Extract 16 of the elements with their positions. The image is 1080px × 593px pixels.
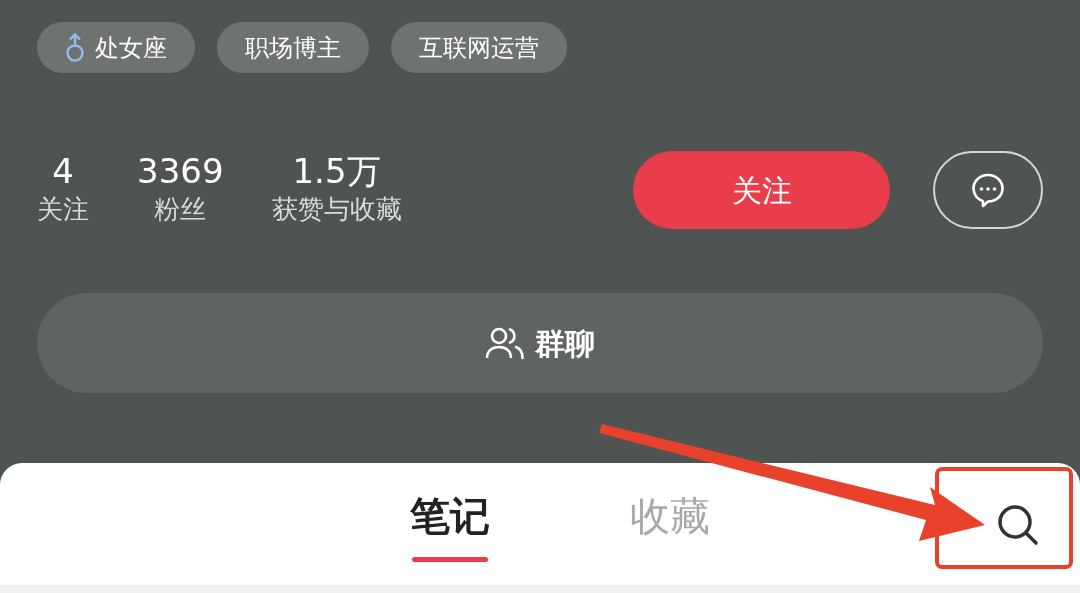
people-icon bbox=[485, 326, 525, 360]
stat-label: 粉丝 bbox=[154, 192, 207, 226]
stat-value: 4 bbox=[52, 153, 74, 191]
stat-value: 1.5万 bbox=[292, 153, 381, 191]
male-icon bbox=[65, 32, 85, 63]
profile-tag: 互联网运营 bbox=[391, 22, 567, 73]
tab[interactable]: 笔记 bbox=[410, 486, 490, 562]
chat-bubble-icon bbox=[970, 172, 1006, 208]
group-chat-button[interactable]: 群聊 bbox=[37, 293, 1043, 393]
profile-tag: 职场博主 bbox=[217, 22, 369, 73]
stat-value: 3369 bbox=[137, 153, 224, 191]
stat-label: 获赞与收藏 bbox=[271, 192, 402, 226]
stat-label: 关注 bbox=[37, 192, 89, 226]
follow-button[interactable]: 关注 bbox=[633, 151, 890, 229]
message-button[interactable] bbox=[933, 151, 1043, 229]
tag-label: 处女座 bbox=[95, 32, 167, 64]
